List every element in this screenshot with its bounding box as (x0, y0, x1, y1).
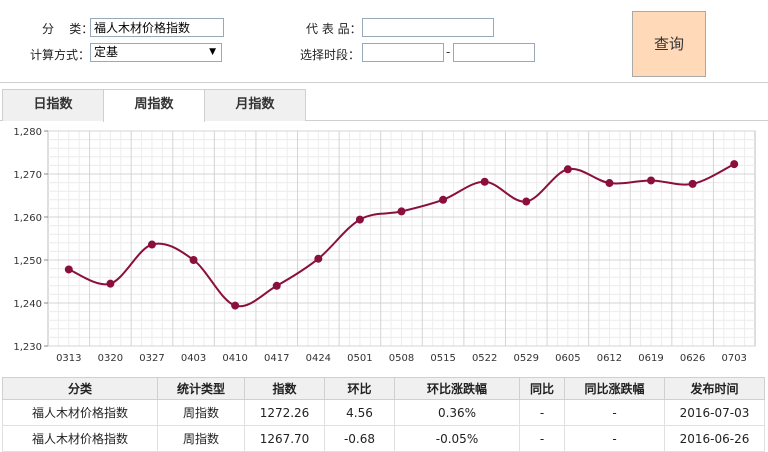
cell-category: 福人木材价格指数 (2, 399, 158, 426)
table-row: 福人木材价格指数 周指数 1267.70 -0.68 -0.05% - - 20… (2, 425, 765, 452)
x-tick-label: 0320 (98, 353, 123, 364)
period-separator: - (446, 45, 451, 59)
data-point (480, 177, 489, 186)
cell-category: 福人木材价格指数 (2, 425, 158, 452)
data-point (106, 279, 115, 288)
method-select[interactable]: 定基 ▼ (90, 43, 222, 62)
method-select-value: 定基 (94, 45, 119, 59)
data-point (314, 254, 323, 263)
data-point (688, 179, 697, 188)
x-tick-label: 0605 (555, 353, 580, 364)
category-label: 分 类： (42, 22, 94, 36)
x-tick-label: 0501 (347, 353, 372, 364)
period-end-input[interactable] (453, 43, 535, 62)
cell-stat-type: 周指数 (157, 399, 245, 426)
period-start-input[interactable] (362, 43, 444, 62)
x-tick-label: 0403 (181, 353, 206, 364)
data-point (64, 265, 73, 274)
cell-index: 1267.70 (244, 425, 325, 452)
tab-daily-index[interactable]: 日指数 (2, 89, 104, 121)
table-header-row: 分类 统计类型 指数 环比 环比涨跌幅 同比 同比涨跌幅 发布时间 (2, 377, 765, 400)
cell-yoy: - (519, 425, 565, 452)
x-tick-label: 0508 (389, 353, 414, 364)
header-yoy-pct: 同比涨跌幅 (564, 377, 665, 400)
x-tick-label: 0313 (56, 353, 81, 364)
x-tick-label: 0522 (472, 353, 497, 364)
data-point (730, 160, 739, 169)
data-point (272, 281, 281, 290)
line-chart-svg: 1,230 1,240 1,250 1,260 1,270 1,280 0313 0320 03… (13, 127, 756, 364)
x-tick-label: 0410 (222, 353, 247, 364)
cell-mom-pct: -0.05% (394, 425, 520, 452)
tab-weekly-index[interactable]: 周指数 (103, 89, 205, 122)
y-tick-label: 1,240 (13, 299, 42, 310)
index-chart: 1,230 1,240 1,250 1,260 1,270 1,280 0313 0320 03… (0, 122, 768, 372)
cell-publish-date: 2016-07-03 (664, 399, 765, 426)
tab-bar: 日指数 周指数 月指数 (0, 89, 768, 122)
x-tick-label: 0626 (680, 353, 705, 364)
category-input[interactable] (90, 18, 224, 37)
cell-mom: -0.68 (324, 425, 395, 452)
header-stat-type: 统计类型 (157, 377, 245, 400)
x-tick-label: 0529 (514, 353, 539, 364)
header-yoy: 同比 (519, 377, 565, 400)
data-point (355, 215, 364, 224)
y-tick-label: 1,270 (13, 170, 42, 181)
header-category: 分类 (2, 377, 158, 400)
data-point (147, 240, 156, 249)
tab-monthly-index[interactable]: 月指数 (204, 89, 306, 121)
y-tick-label: 1,260 (13, 213, 42, 224)
y-tick-label: 1,250 (13, 256, 42, 267)
cell-yoy-pct: - (564, 399, 665, 426)
y-tick-label: 1,230 (13, 342, 42, 353)
filter-panel: 分 类： 计算方式： 定基 ▼ 代 表 品： 选择时段： - 查询 (0, 0, 768, 83)
header-mom: 环比 (324, 377, 395, 400)
data-point (439, 195, 448, 204)
cell-publish-date: 2016-06-26 (664, 425, 765, 452)
x-tick-label: 0619 (638, 353, 663, 364)
query-button[interactable]: 查询 (632, 11, 706, 77)
representative-label: 代 表 品： (306, 22, 362, 36)
header-mom-pct: 环比涨跌幅 (394, 377, 520, 400)
x-tick-label: 0327 (139, 353, 164, 364)
method-label: 计算方式： (30, 48, 91, 62)
data-point (397, 207, 406, 216)
data-point (231, 301, 240, 310)
data-point (522, 197, 531, 206)
cell-mom-pct: 0.36% (394, 399, 520, 426)
cell-yoy-pct: - (564, 425, 665, 452)
x-tick-label: 0424 (306, 353, 331, 364)
header-publish-date: 发布时间 (664, 377, 765, 400)
cell-index: 1272.26 (244, 399, 325, 426)
table-row: 福人木材价格指数 周指数 1272.26 4.56 0.36% - - 2016… (2, 399, 765, 426)
x-tick-label: 0417 (264, 353, 289, 364)
cell-yoy: - (519, 399, 565, 426)
representative-input[interactable] (362, 18, 494, 37)
data-point (647, 176, 656, 185)
x-tick-label: 0515 (430, 353, 455, 364)
header-index: 指数 (244, 377, 325, 400)
dropdown-arrow-icon: ▼ (209, 47, 216, 57)
data-point (189, 256, 198, 264)
index-table: 分类 统计类型 指数 环比 环比涨跌幅 同比 同比涨跌幅 发布时间 福人木材价格… (2, 377, 765, 452)
cell-stat-type: 周指数 (157, 425, 245, 452)
period-label: 选择时段： (300, 48, 361, 62)
data-point (563, 165, 572, 174)
x-tick-label: 0703 (721, 353, 746, 364)
y-tick-label: 1,280 (13, 127, 42, 138)
x-tick-label: 0612 (597, 353, 622, 364)
data-point (605, 179, 614, 188)
cell-mom: 4.56 (324, 399, 395, 426)
